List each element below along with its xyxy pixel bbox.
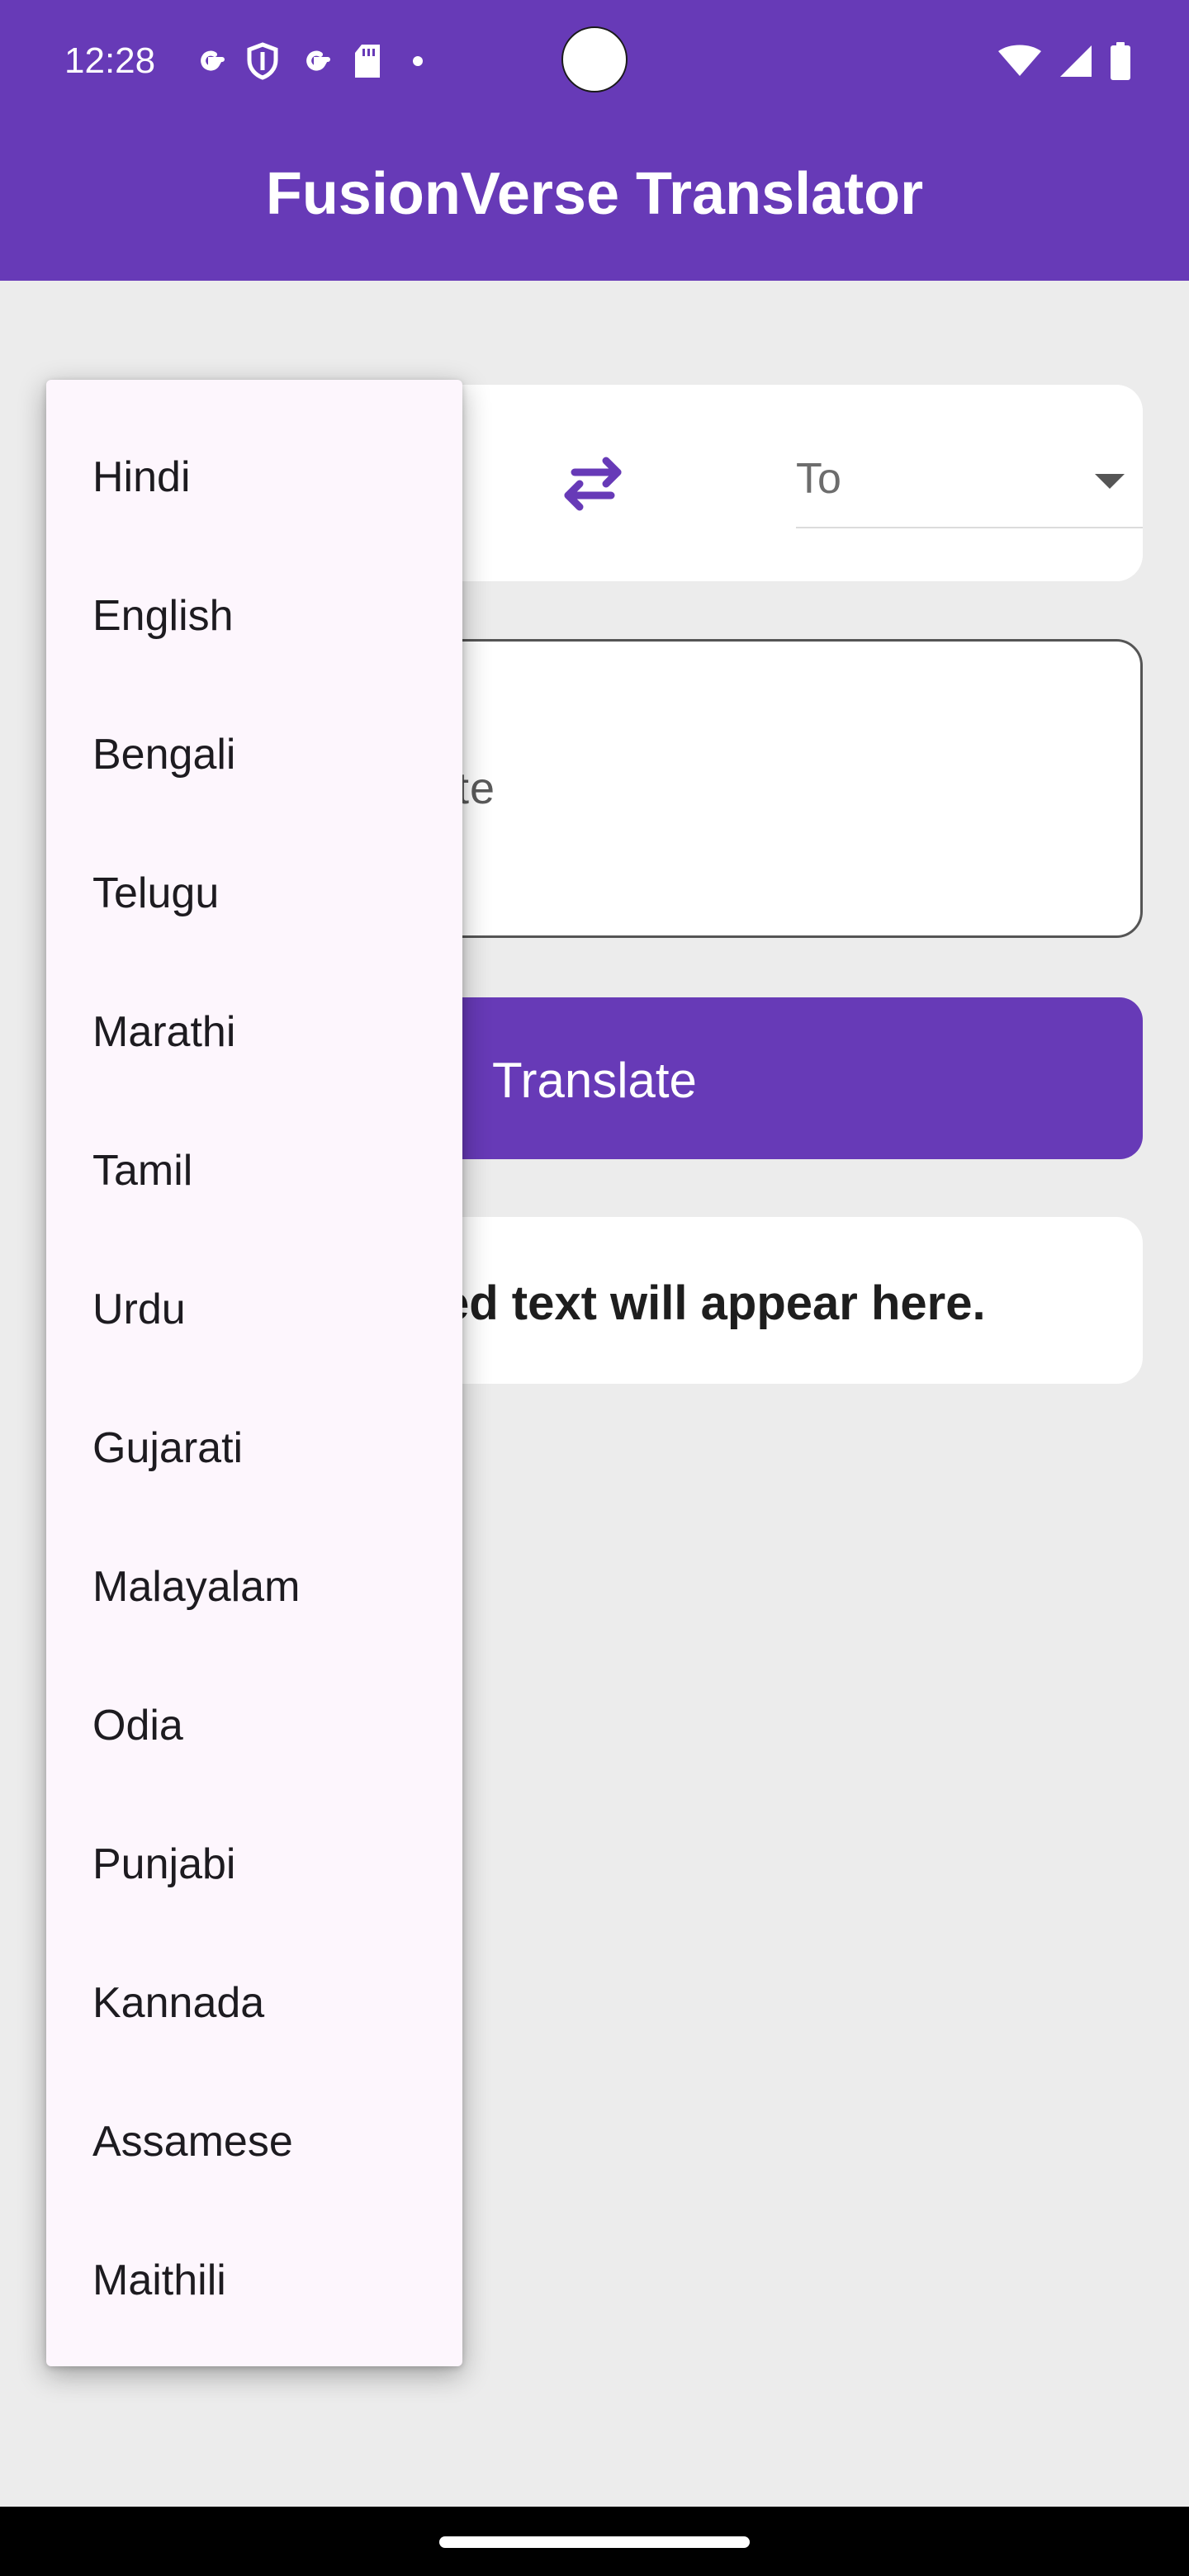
wifi-icon [998, 45, 1041, 76]
menu-item-assamese[interactable]: Assamese [46, 2072, 462, 2211]
menu-item-label: Marathi [92, 1008, 236, 1056]
menu-item-maithili[interactable]: Maithili [46, 2211, 462, 2350]
menu-item-gujarati[interactable]: Gujarati [46, 1379, 462, 1518]
to-language-select[interactable]: To [796, 438, 1143, 528]
google-g-icon [201, 50, 225, 71]
menu-item-tamil[interactable]: Tamil [46, 1101, 462, 1240]
menu-item-label: Hindi [92, 453, 191, 501]
chevron-down-icon [1095, 474, 1125, 489]
menu-item-label: Punjabi [92, 1840, 236, 1888]
output-text: ed text will appear here. [443, 1276, 986, 1330]
menu-item-label: Maithili [92, 2256, 226, 2304]
menu-item-label: Gujarati [92, 1424, 244, 1472]
menu-item-label: Assamese [92, 2118, 293, 2166]
shield-icon [247, 42, 278, 80]
language-dropdown-menu: Hindi English Bengali Telugu Marathi Tam… [46, 380, 462, 2366]
menu-item-urdu[interactable]: Urdu [46, 1240, 462, 1379]
menu-item-label: Urdu [92, 1286, 186, 1333]
app-screen: 12:28 FusionVerse Translator To Translat… [0, 0, 1189, 2576]
app-title: FusionVerse Translator [265, 161, 924, 227]
dot-icon [413, 56, 423, 66]
menu-item-label: English [92, 592, 234, 640]
google-g-icon [306, 50, 330, 71]
camera-cutout [561, 26, 628, 92]
signal-icon [1060, 45, 1092, 77]
swap-arrows-icon[interactable] [558, 449, 628, 515]
menu-item-hindi[interactable]: Hindi [46, 408, 462, 547]
system-nav-bar [0, 2507, 1189, 2576]
status-time: 12:28 [64, 40, 156, 81]
menu-item-label: Malayalam [92, 1563, 301, 1611]
menu-item-english[interactable]: English [46, 547, 462, 685]
menu-item-telugu[interactable]: Telugu [46, 824, 462, 963]
menu-item-label: Odia [92, 1702, 183, 1750]
menu-item-odia[interactable]: Odia [46, 1656, 462, 1795]
menu-item-label: Bengali [92, 731, 236, 779]
status-icons-left [192, 36, 434, 86]
menu-item-marathi[interactable]: Marathi [46, 963, 462, 1101]
menu-item-bengali[interactable]: Bengali [46, 685, 462, 824]
to-language-label: To [796, 455, 841, 503]
status-icons-right [997, 36, 1131, 86]
menu-item-label: Kannada [92, 1979, 265, 2027]
menu-item-label: Telugu [92, 869, 220, 917]
sd-card-icon [355, 45, 380, 78]
menu-item-malayalam[interactable]: Malayalam [46, 1518, 462, 1656]
menu-item-label: Tamil [92, 1147, 193, 1195]
menu-item-kannada[interactable]: Kannada [46, 1934, 462, 2072]
battery-icon [1111, 42, 1130, 80]
menu-item-punjabi[interactable]: Punjabi [46, 1795, 462, 1934]
home-gesture-handle[interactable] [439, 2536, 750, 2548]
app-header: 12:28 FusionVerse Translator [0, 0, 1189, 281]
